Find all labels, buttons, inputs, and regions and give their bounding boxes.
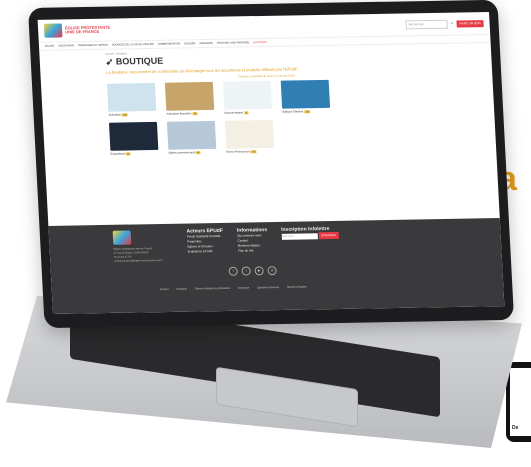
newsletter-placeholder: Votre email (281, 234, 294, 238)
nav-item-boutique[interactable]: BOUTIQUE (253, 41, 267, 44)
product-label: Documentation (224, 110, 244, 115)
product-label: Animation (108, 112, 122, 117)
footer-newsletter-col: Inscription Infolettre Votre email S'INS… (281, 226, 340, 261)
photo-stage: a De ÉGLISE PROTESTANTE UNIE DE FRANCE R… (0, 0, 531, 467)
product-label-row: Objets promotionnels 45 (168, 150, 216, 155)
footer-link[interactable]: Contact (160, 288, 169, 291)
nav-item[interactable]: COMMUNICATION (158, 42, 180, 45)
count-badge: 101 (250, 150, 257, 154)
social-links: f t ▶ ◎ (228, 266, 277, 276)
footer-link[interactable]: Glossaire (238, 287, 249, 290)
facebook-icon[interactable]: f (228, 266, 238, 276)
footer-infos-col: Informations Qui sommes-nous Contact Men… (237, 227, 269, 262)
site-logo[interactable]: ÉGLISE PROTESTANTE UNIE DE FRANCE (43, 23, 111, 38)
footer-bottom-links: Contact Boutique Offres d'emplois & publ… (160, 286, 307, 292)
nav-item[interactable]: TROUVER UNE PAROISSE (217, 41, 250, 45)
count-badge: 48 (192, 112, 198, 116)
count-badge: 13 (125, 152, 131, 156)
product-label: Éditions Olivétan (282, 109, 304, 114)
cross-logo-icon (43, 23, 63, 38)
product-card[interactable]: Animation financière 48 (164, 81, 215, 116)
footer-address-col: Église protestante unie de France 47 rue… (112, 230, 175, 264)
nav-item[interactable]: SOURCES DE LA VIE DE L'ÉGLISE (112, 43, 154, 47)
count-badge: 108 (121, 113, 128, 117)
product-label: Objets promotionnels (168, 150, 196, 155)
search-icon[interactable]: ⌕ (450, 21, 453, 27)
product-card[interactable]: Animation 108 (106, 82, 157, 117)
product-card[interactable]: Documentation 11 (222, 80, 273, 115)
cross-logo-icon (112, 230, 132, 245)
product-label-row: Expositions 13 (110, 151, 158, 156)
product-image (222, 80, 273, 110)
laptop-lid: ÉGLISE PROTESTANTE UNIE DE FRANCE Recher… (28, 0, 515, 329)
product-image (224, 119, 275, 149)
nav-item[interactable]: ANNUAIRE (199, 42, 213, 45)
product-grid: Animation 108 Animation financière 48 Do… (41, 77, 496, 157)
footer-acteurs-col: Acteurs EPUdF Fonds Solidarité Entraide … (186, 228, 225, 263)
product-label-row: Animation financière 48 (166, 111, 214, 116)
laptop-screen: ÉGLISE PROTESTANTE UNIE DE FRANCE Recher… (37, 11, 505, 314)
product-image (164, 81, 215, 111)
product-card[interactable]: Expositions 13 (108, 121, 159, 156)
nav-item[interactable]: TÉMOIGNER ET SERVIR (78, 44, 108, 48)
footer-link[interactable]: Institutions EPUdF (188, 249, 225, 255)
footer-link[interactable]: Mentions légales (287, 286, 307, 289)
footer-link[interactable]: Offres d'emplois & publications (195, 287, 231, 291)
instagram-icon[interactable]: ◎ (267, 266, 277, 276)
product-image (106, 82, 157, 112)
product-label: Revue Ressources (226, 149, 251, 154)
product-image (166, 120, 217, 150)
newsletter-email-field[interactable]: Votre email (281, 232, 318, 240)
count-badge: 11 (243, 111, 249, 115)
site-footer: Église protestante unie de France 47 rue… (48, 218, 505, 314)
footer-link[interactable]: Plan du site (238, 248, 269, 254)
product-label-row: Revue Ressources 101 (226, 149, 274, 154)
footer-link[interactable]: Questions diverses (257, 286, 279, 289)
twitter-icon[interactable]: t (241, 266, 251, 276)
nav-item[interactable]: DÉCOUVRIR (58, 44, 74, 47)
product-label-row: Éditions Olivétan 216 (282, 109, 330, 114)
count-badge: 216 (304, 110, 311, 114)
plane-icon: ➹ (105, 56, 117, 67)
product-image (108, 121, 159, 151)
page-title-text: BOUTIQUE (115, 55, 164, 67)
nav-item[interactable]: ÉGLISES (184, 42, 195, 45)
header-actions: Rechercher ⌕ FAIRE UN DON (405, 19, 484, 29)
logo-text: ÉGLISE PROTESTANTE UNIE DE FRANCE (64, 24, 111, 35)
nav-item[interactable]: ÉGLISE (45, 45, 55, 48)
product-card[interactable]: Objets promotionnels 45 (166, 120, 217, 155)
product-card[interactable]: Éditions Olivétan 216 (280, 79, 331, 114)
product-card[interactable]: Revue Ressources 101 (224, 119, 275, 154)
footer-address: Église protestante unie de France 47 rue… (113, 247, 164, 263)
product-image (280, 79, 331, 109)
product-label-row: Documentation 11 (224, 110, 272, 115)
count-badge: 45 (195, 151, 201, 155)
footer-link[interactable]: Boutique (177, 288, 187, 291)
youtube-icon[interactable]: ▶ (254, 266, 264, 276)
footer-columns: Église protestante unie de France 47 rue… (48, 218, 501, 265)
newsletter-subscribe-button[interactable]: S'INSCRIRE (318, 231, 340, 240)
product-label: Expositions (110, 151, 125, 156)
product-label: Animation financière (166, 111, 192, 116)
product-label-row: Animation 108 (108, 112, 156, 117)
search-input[interactable]: Rechercher (405, 19, 448, 29)
donate-button[interactable]: FAIRE UN DON (456, 19, 484, 28)
